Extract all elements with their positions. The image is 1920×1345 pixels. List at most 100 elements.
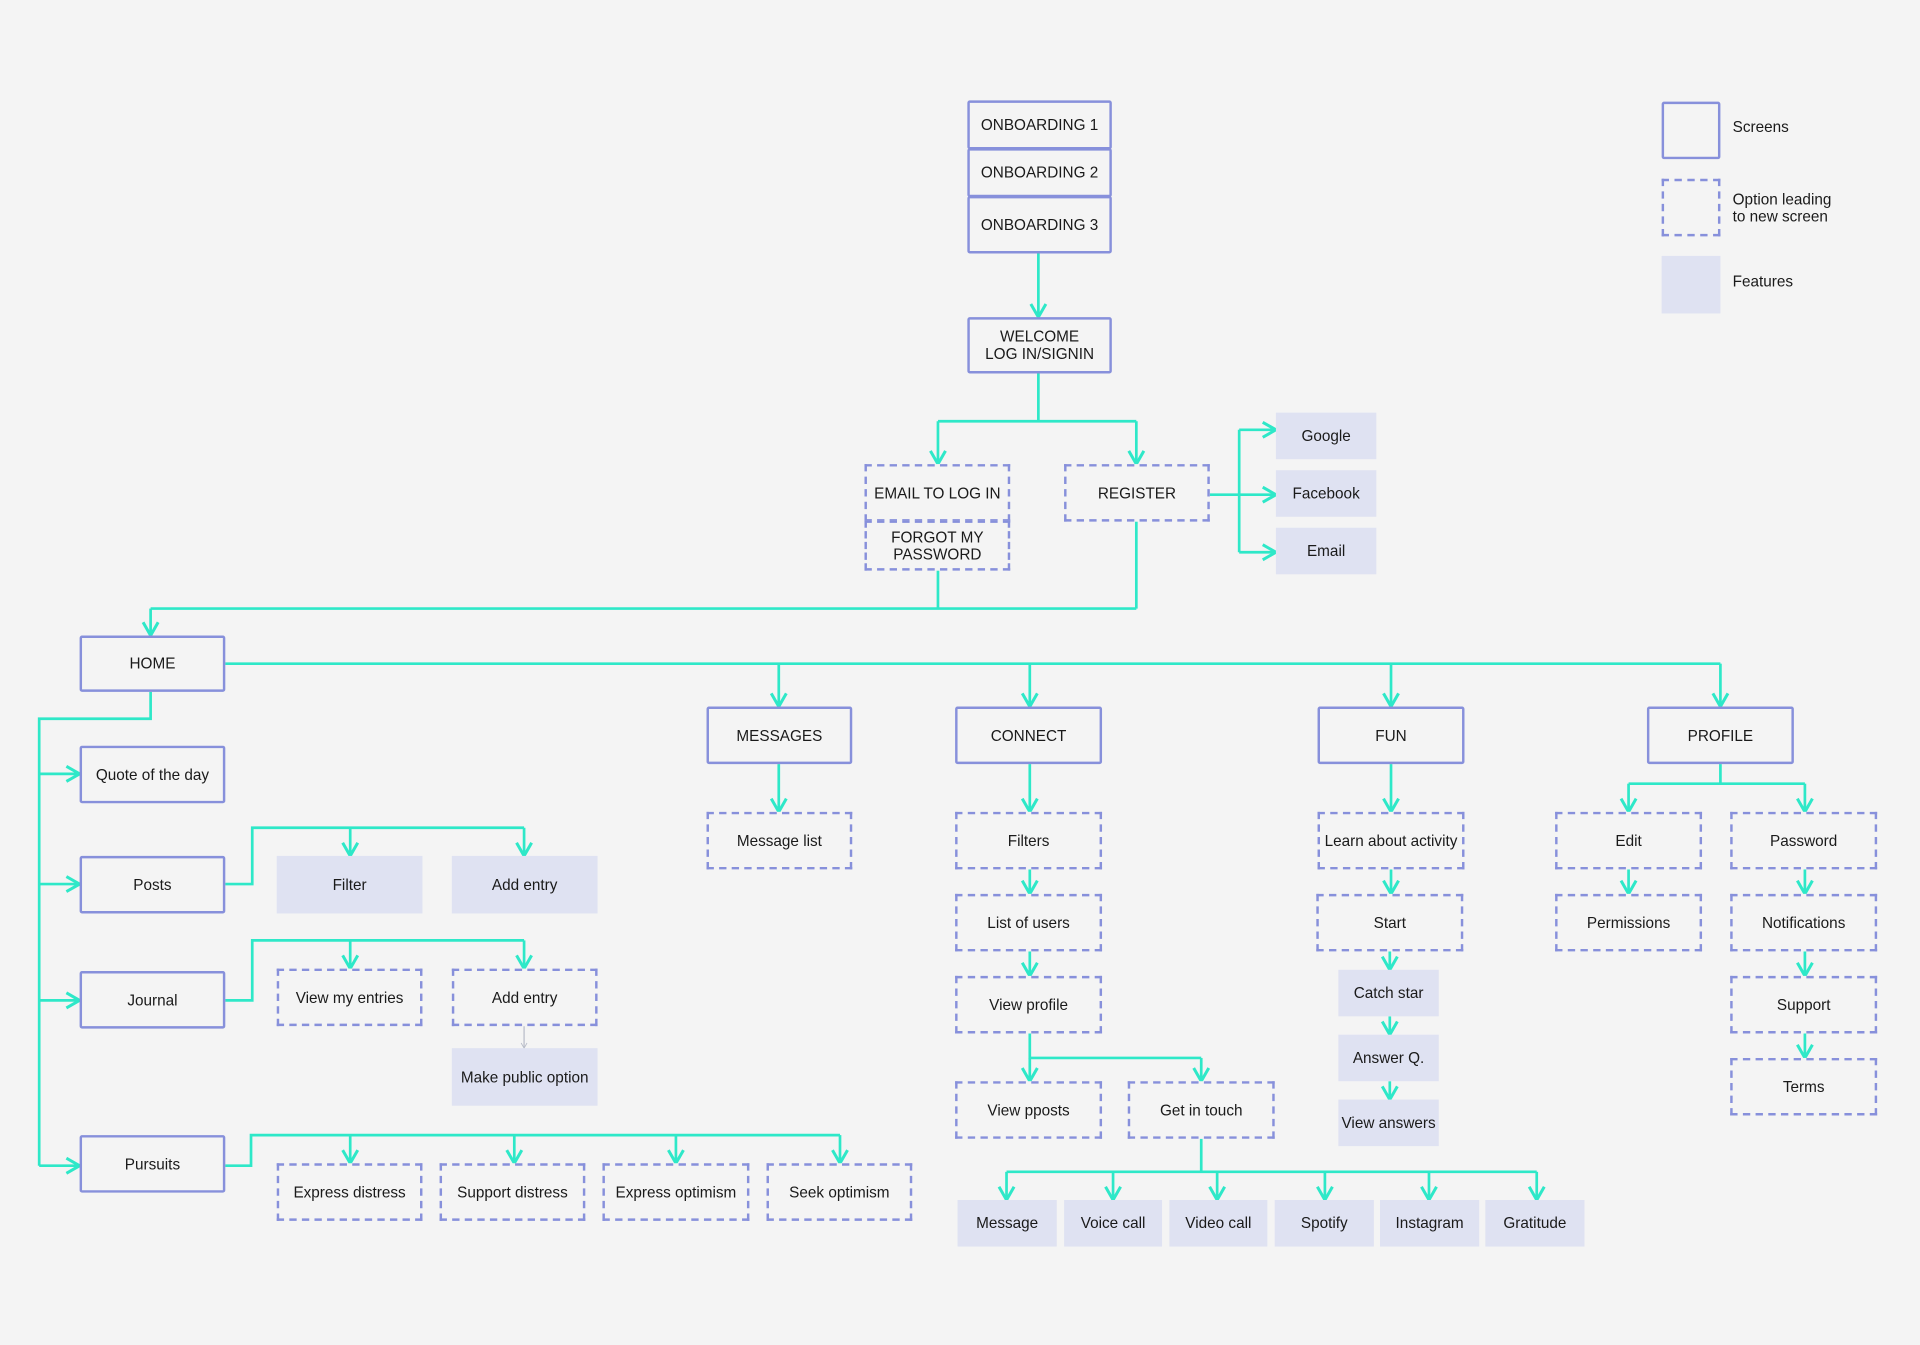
node-email: Email <box>1275 527 1377 575</box>
node-label: Start <box>1373 914 1406 932</box>
node-emaillogin: EMAIL TO LOG IN <box>864 464 1011 522</box>
connector-layer <box>37 253 1814 1204</box>
node-exdistress: Express distress <box>276 1163 423 1221</box>
node-instagram: Instagram <box>1380 1200 1480 1247</box>
node-ob1: ONBOARDING 1 <box>967 100 1112 150</box>
node-label: CONNECT <box>990 726 1067 744</box>
node-permissions: Permissions <box>1555 893 1703 952</box>
node-postadd: Add entry <box>451 855 598 914</box>
node-label: Facebook <box>1292 484 1360 503</box>
node-label: Get in touch <box>1159 1101 1243 1119</box>
node-register: REGISTER <box>1064 464 1210 522</box>
node-ob3: ONBOARDING 3 <box>967 195 1112 254</box>
node-label: Pursuits <box>124 1155 181 1173</box>
node-filter: Filter <box>276 855 423 914</box>
node-profile: PROFILE <box>1646 706 1794 765</box>
node-label: Quote of the day <box>95 765 210 784</box>
legend-label: Screens <box>1732 118 1789 136</box>
node-label: View pposts <box>987 1101 1070 1119</box>
node-makepublic: Make public option <box>451 1048 598 1106</box>
node-label: List of users <box>987 914 1070 932</box>
node-viewposts: View pposts <box>955 1081 1103 1139</box>
legend-swatch-option <box>1661 178 1721 237</box>
node-label: Gratitude <box>1503 1214 1567 1232</box>
node-filters: Filters <box>955 811 1103 870</box>
node-listusers: List of users <box>955 893 1103 952</box>
node-label: Google <box>1301 427 1351 445</box>
node-label: Express optimism <box>615 1183 737 1201</box>
node-label: Message list <box>736 832 822 850</box>
node-label: MESSAGES <box>736 726 823 744</box>
node-welcome: WELCOME LOG IN/SIGNIN <box>967 317 1112 374</box>
node-label: Learn about activity <box>1324 832 1458 850</box>
node-label: REGISTER <box>1097 484 1177 502</box>
node-supdistress: Support distress <box>439 1163 586 1221</box>
node-messages: MESSAGES <box>706 706 853 765</box>
connector-line <box>1028 1033 1202 1060</box>
node-label: Express distress <box>293 1183 406 1201</box>
node-connect: CONNECT <box>955 706 1103 765</box>
node-label: Add entry <box>491 876 558 894</box>
node-label: Password <box>1770 832 1838 850</box>
node-pursuits: Pursuits <box>79 1135 226 1193</box>
node-seekoptimism: Seek optimism <box>766 1163 913 1221</box>
node-label: WELCOME LOG IN/SIGNIN <box>985 328 1095 363</box>
node-label: Edit <box>1615 832 1642 850</box>
node-label: PROFILE <box>1687 726 1754 744</box>
node-label: Journal <box>127 991 178 1009</box>
node-voicecall: Voice call <box>1064 1200 1163 1247</box>
node-forgot: FORGOT MY PASSWORD <box>864 520 1011 571</box>
node-notifications: Notifications <box>1730 893 1878 952</box>
node-label: View answers <box>1341 1114 1436 1132</box>
node-terms: Terms <box>1730 1057 1878 1116</box>
node-messagelist: Message list <box>706 811 853 870</box>
node-label: Permissions <box>1586 914 1671 932</box>
node-label: ONBOARDING 2 <box>980 164 1099 182</box>
node-gratitude: Gratitude <box>1485 1200 1585 1247</box>
node-catchstar: Catch star <box>1338 969 1439 1017</box>
node-viewanswers: View answers <box>1338 1099 1439 1147</box>
connector-line <box>225 1133 841 1168</box>
node-label: Video call <box>1185 1214 1252 1232</box>
node-label: Add entry <box>491 988 558 1006</box>
node-label: ONBOARDING 1 <box>980 116 1099 134</box>
node-learn: Learn about activity <box>1317 811 1465 870</box>
node-label: Filter <box>332 876 367 894</box>
legend-swatch-feature <box>1661 255 1721 314</box>
node-label: HOME <box>129 655 176 673</box>
node-posts: Posts <box>79 855 226 914</box>
legend-swatch-screen <box>1661 101 1721 160</box>
node-support: Support <box>1730 975 1878 1034</box>
sitemap-diagram: ONBOARDING 1 ONBOARDING 2 ONBOARDING 3 WELC… <box>0 0 1920 1344</box>
node-journal: Journal <box>79 971 226 1029</box>
node-fun: FUN <box>1317 706 1465 765</box>
node-label: ONBOARDING 3 <box>980 216 1099 234</box>
node-label: Make public option <box>460 1068 589 1086</box>
node-videocall: Video call <box>1169 1200 1268 1247</box>
node-label: Terms <box>1782 1078 1825 1096</box>
node-ob2: ONBOARDING 2 <box>967 148 1112 198</box>
legend-label: Option leading to new screen <box>1732 191 1832 226</box>
node-label: Email <box>1306 542 1346 560</box>
node-answerq: Answer Q. <box>1338 1034 1439 1082</box>
node-viewprofile: View profile <box>955 975 1103 1034</box>
node-label: Seek optimism <box>789 1183 890 1201</box>
node-label: Voice call <box>1080 1214 1146 1232</box>
node-label: Notifications <box>1761 914 1846 932</box>
node-label: Answer Q. <box>1352 1049 1425 1067</box>
node-start: Start <box>1316 893 1464 952</box>
node-label: Support distress <box>457 1183 568 1201</box>
node-edit: Edit <box>1555 811 1703 870</box>
node-label: Support <box>1776 996 1831 1014</box>
node-spotify: Spotify <box>1274 1200 1374 1247</box>
node-label: View profile <box>989 996 1068 1014</box>
node-journaladd: Add entry <box>451 968 598 1027</box>
node-label: Catch star <box>1353 984 1424 1002</box>
node-label: Instagram <box>1395 1214 1464 1232</box>
node-viewentries: View my entries <box>276 968 423 1027</box>
node-label: Filters <box>1007 832 1050 850</box>
legend-label: Features <box>1732 273 1794 291</box>
node-home: HOME <box>79 635 226 692</box>
node-exoptimism: Express optimism <box>602 1163 750 1221</box>
node-getintouch: Get in touch <box>1127 1081 1275 1139</box>
